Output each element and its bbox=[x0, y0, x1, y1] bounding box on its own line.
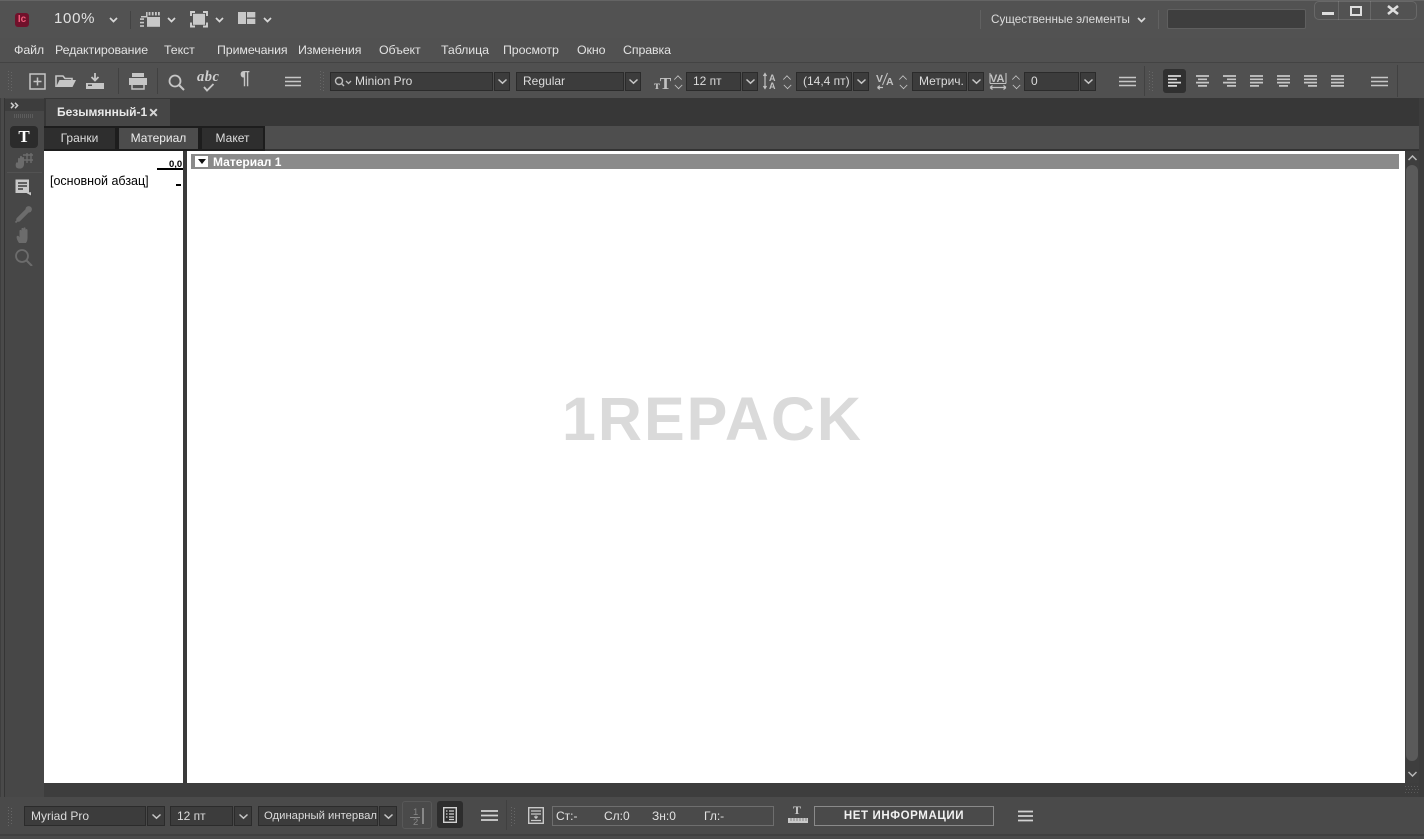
svg-text:V: V bbox=[876, 73, 883, 85]
svg-text:A: A bbox=[886, 76, 894, 88]
svg-text:A: A bbox=[769, 81, 776, 90]
